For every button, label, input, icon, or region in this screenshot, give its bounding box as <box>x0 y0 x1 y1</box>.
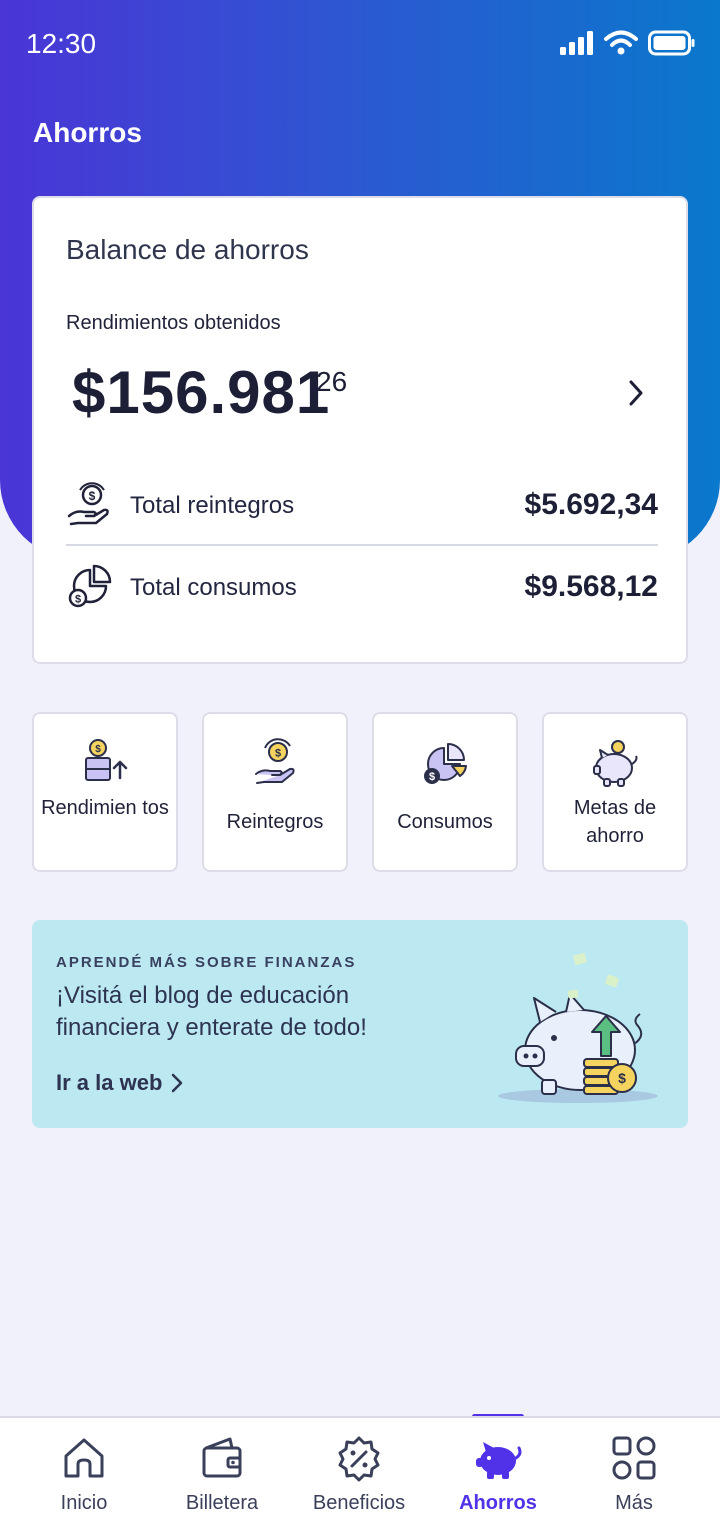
tile-consumption[interactable]: $ Consumos <box>372 712 518 872</box>
svg-text:$: $ <box>429 771 435 783</box>
grid-icon <box>612 1436 656 1480</box>
nav-item-wallet[interactable]: Billetera <box>150 1418 294 1536</box>
nav-label-more: Más <box>615 1492 653 1514</box>
svg-text:$: $ <box>75 594 81 606</box>
status-time: 12:30 <box>26 28 97 59</box>
nav-item-savings[interactable]: Ahorros <box>426 1418 570 1536</box>
promo-link[interactable]: Ir a la web <box>56 1070 184 1096</box>
nav-label-savings: Ahorros <box>459 1492 537 1514</box>
svg-text:$: $ <box>95 744 101 755</box>
total-consumption-row: $ Total consumos $9.568,12 <box>66 548 658 628</box>
status-icons <box>560 30 696 56</box>
wifi-icon <box>604 30 638 55</box>
tile-refunds-label: Reintegros <box>226 811 324 833</box>
svg-text:$: $ <box>618 1070 626 1086</box>
piggy-bank-illustration: $ <box>498 953 658 1103</box>
discount-badge-icon <box>338 1436 380 1482</box>
svg-text:$: $ <box>89 489 96 503</box>
total-consumption-value: $9.568,12 <box>524 570 658 603</box>
chevron-right-icon[interactable] <box>624 376 648 410</box>
battery-icon <box>648 30 695 56</box>
refund-icon: $ <box>255 738 295 784</box>
balance-card-title: Balance de ahorros <box>66 234 309 265</box>
total-refunds-row: $ Total reintegros $5.692,34 <box>66 466 658 546</box>
total-consumption-label: Total consumos <box>130 574 297 601</box>
total-refunds-label: Total reintegros <box>130 492 295 519</box>
tile-consumption-label: Consumos <box>397 811 493 833</box>
yield-icon: $ <box>85 739 128 781</box>
bottom-navigation: Inicio Billetera Beneficios Ahorros Más <box>0 1416 720 1536</box>
tile-refunds[interactable]: $ Reintegros <box>202 712 348 872</box>
status-bar: 12:30 <box>0 0 720 88</box>
yield-amount[interactable]: $156.981 <box>72 358 330 427</box>
balance-card: Balance de ahorros Rendimientos obtenido… <box>32 196 688 664</box>
wallet-icon <box>202 1437 242 1478</box>
nav-item-home[interactable]: Inicio <box>12 1418 156 1536</box>
savings-screen: 12:30 Ahorros Balance de ahorros Rendimi… <box>0 0 720 1536</box>
total-refunds-value: $5.692,34 <box>524 488 658 521</box>
home-icon <box>64 1438 104 1478</box>
nav-item-more[interactable]: Más <box>562 1418 706 1536</box>
chevron-right-icon <box>172 1073 183 1093</box>
yield-cents: 26 <box>316 366 348 397</box>
page-title: Ahorros <box>33 117 142 148</box>
consumption-icon: $ <box>424 743 467 784</box>
signal-icon <box>560 31 593 55</box>
piggy-bank-icon <box>476 1442 522 1479</box>
promo-text: ¡Visitá el blog de educación financiera … <box>56 982 367 1041</box>
nav-label-home: Inicio <box>60 1492 108 1514</box>
tile-savings-goals-label: Metas de ahorro <box>573 797 657 847</box>
promo-banner[interactable]: APRENDÉ MÁS SOBRE FINANZAS ¡Visitá el bl… <box>32 920 688 1128</box>
tile-yields-label: Rendimien tos <box>41 797 169 819</box>
piggy-goal-icon <box>593 740 638 787</box>
yield-label: Rendimientos obtenidos <box>66 312 281 334</box>
nav-item-benefits[interactable]: Beneficios <box>287 1418 431 1536</box>
hand-coin-icon: $ <box>67 482 109 526</box>
quick-actions: $ Rendimien tos $ Reintegros $ Consumos … <box>32 712 688 872</box>
pie-coin-icon: $ <box>68 564 112 608</box>
tile-savings-goals[interactable]: Metas de ahorro <box>542 712 688 872</box>
promo-kicker: APRENDÉ MÁS SOBRE FINANZAS <box>56 954 357 971</box>
promo-link-label: Ir a la web <box>56 1070 163 1095</box>
nav-label-wallet: Billetera <box>185 1492 259 1514</box>
tile-yields[interactable]: $ Rendimien tos <box>32 712 178 872</box>
svg-text:$: $ <box>275 748 281 760</box>
nav-label-benefits: Beneficios <box>312 1492 406 1514</box>
